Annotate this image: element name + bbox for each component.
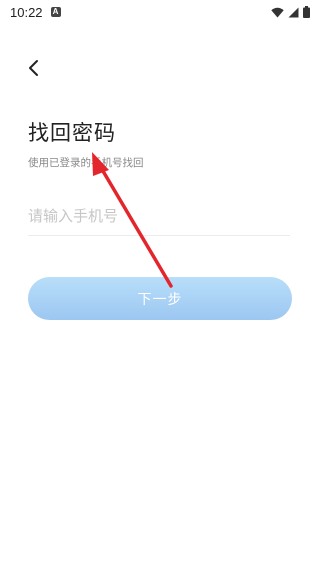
page-title: 找回密码 (28, 121, 116, 145)
status-icons (271, 6, 310, 18)
screen: 10:22 A 找回密码 使用已登录的手机号找回 下一步 (0, 0, 320, 568)
page-subtitle: 使用已登录的手机号找回 (28, 157, 144, 169)
signal-icon (288, 7, 299, 17)
next-button[interactable]: 下一步 (28, 277, 292, 320)
notification-icon: A (50, 7, 61, 17)
back-button[interactable] (22, 56, 46, 80)
phone-input[interactable] (28, 196, 290, 236)
status-bar: 10:22 A (0, 0, 320, 24)
chevron-left-icon (29, 60, 38, 76)
wifi-icon (271, 7, 284, 17)
status-time: 10:22 (10, 4, 43, 20)
battery-icon (303, 6, 310, 18)
